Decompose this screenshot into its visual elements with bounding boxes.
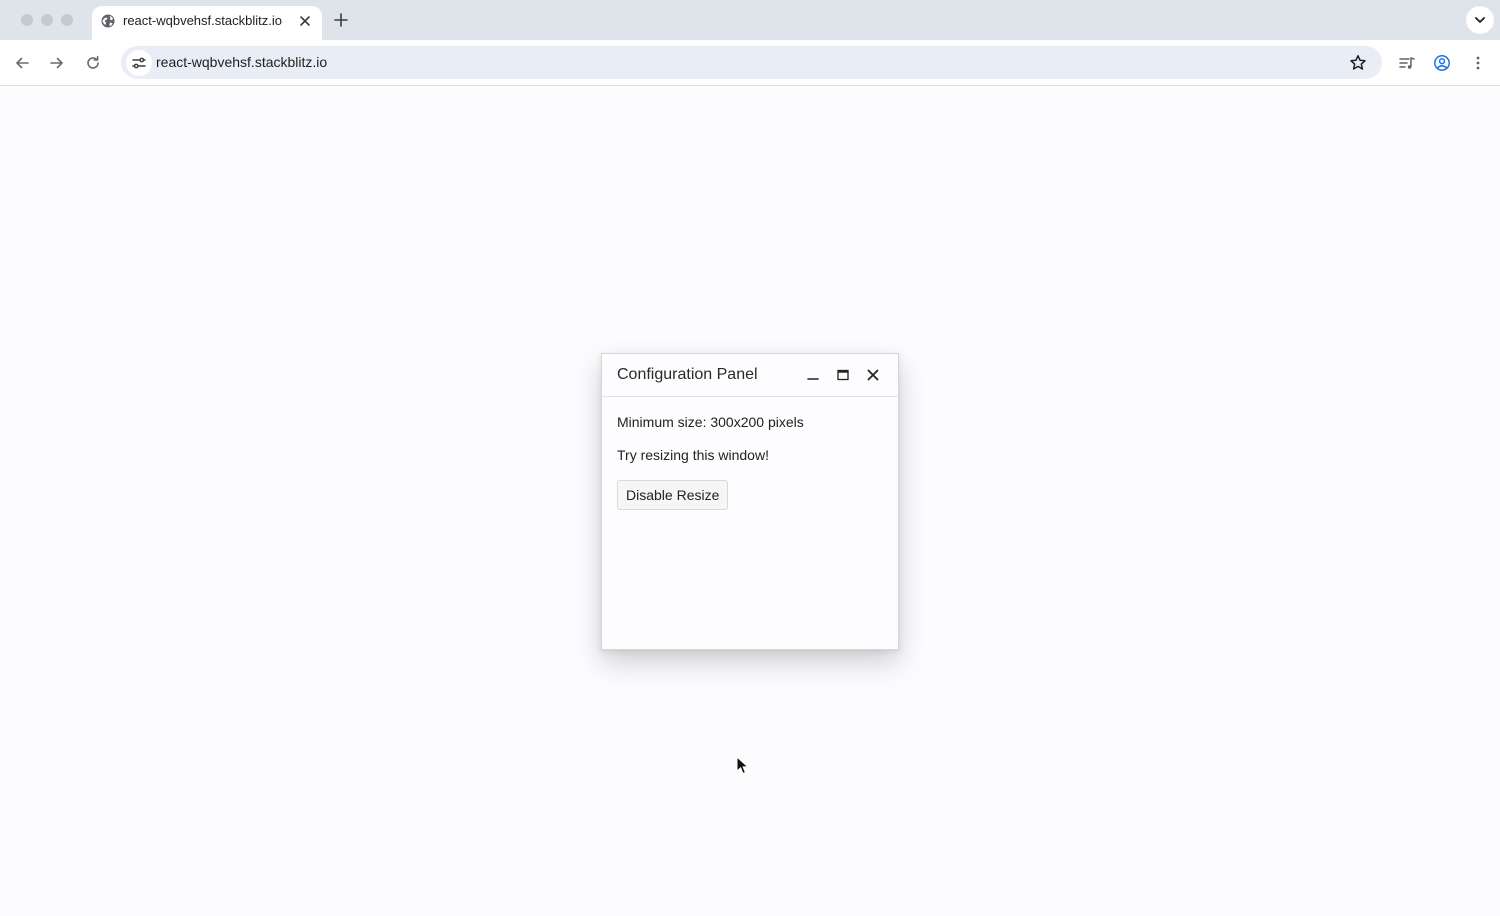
window-body: Minimum size: 300x200 pixels Try resizin… (617, 414, 885, 510)
site-info-icon[interactable] (126, 50, 152, 76)
window-title-bar[interactable]: Configuration Panel (602, 354, 898, 397)
address-bar[interactable]: react-wqbvehsf.stackblitz.io (121, 46, 1382, 79)
resize-hint-text: Try resizing this window! (617, 447, 769, 463)
page-viewport: Configuration Panel Minimum size: 300x20… (0, 87, 1500, 916)
tab-search-icon[interactable] (1466, 6, 1494, 34)
window-close-dot[interactable] (21, 14, 33, 26)
disable-resize-button[interactable]: Disable Resize (617, 480, 729, 510)
reload-icon[interactable] (81, 51, 105, 75)
close-icon[interactable] (296, 12, 314, 30)
more-vert-icon[interactable] (1466, 51, 1490, 75)
mouse-pointer-icon (736, 755, 750, 776)
maximize-icon[interactable] (834, 366, 852, 384)
configuration-window[interactable]: Configuration Panel Minimum size: 300x20… (601, 353, 899, 650)
window-title: Configuration Panel (617, 366, 758, 383)
browser-tab-bar: react-wqbvehsf.stackblitz.io (0, 0, 1500, 40)
browser-tab[interactable]: react-wqbvehsf.stackblitz.io (92, 6, 322, 40)
media-controls-icon[interactable] (1395, 51, 1419, 75)
back-arrow-icon[interactable] (10, 51, 34, 75)
window-zoom-dot[interactable] (61, 14, 73, 26)
close-icon[interactable] (864, 366, 882, 384)
window-minimize-dot[interactable] (41, 14, 53, 26)
profile-icon[interactable] (1430, 51, 1454, 75)
url-text[interactable]: react-wqbvehsf.stackblitz.io (156, 54, 327, 70)
browser-toolbar: react-wqbvehsf.stackblitz.io (0, 40, 1500, 86)
minimize-icon[interactable] (804, 366, 822, 384)
forward-arrow-icon[interactable] (45, 51, 69, 75)
new-tab-icon[interactable] (331, 10, 351, 30)
globe-icon (100, 13, 116, 29)
tab-title: react-wqbvehsf.stackblitz.io (123, 13, 282, 28)
star-icon[interactable] (1348, 53, 1368, 73)
min-size-text: Minimum size: 300x200 pixels (617, 414, 804, 430)
